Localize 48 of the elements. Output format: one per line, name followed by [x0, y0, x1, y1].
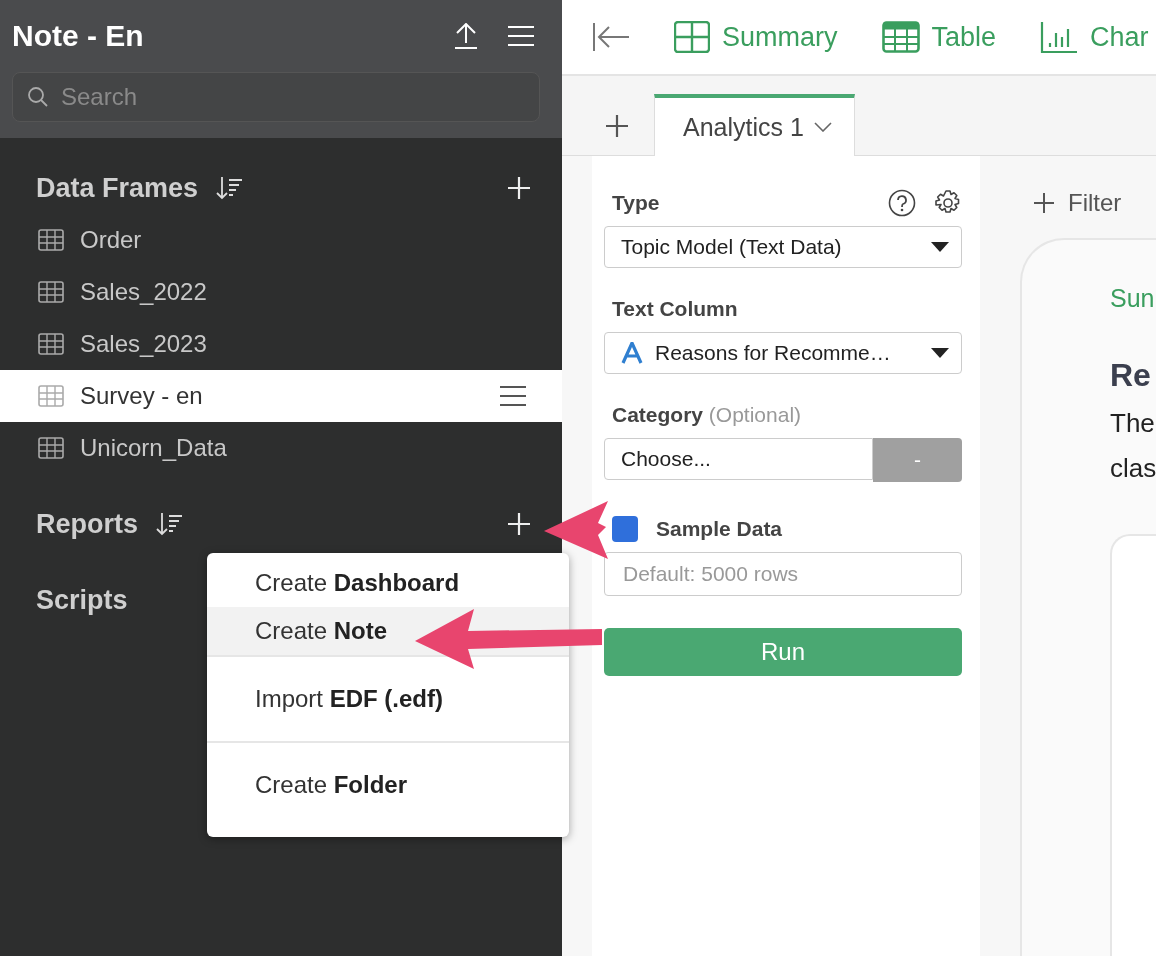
grid-icon [38, 281, 64, 303]
grid-icon [674, 21, 710, 53]
grid-icon [38, 333, 64, 355]
search-field[interactable]: Search [59, 82, 525, 112]
app-title: Note - En [12, 19, 145, 53]
grid-icon [38, 437, 64, 459]
sidebar-item[interactable]: Survey - en [0, 370, 562, 422]
field-label: Type [612, 191, 661, 215]
field-label: Text Column [612, 297, 738, 321]
plus-icon [1034, 193, 1054, 213]
help-icon[interactable] [888, 189, 916, 217]
field-label: Category (Optional) [612, 403, 802, 427]
caret-down-icon [931, 348, 949, 358]
sidebar-item[interactable]: Sales_2023 [0, 318, 562, 370]
result-heading: Re [1110, 357, 1152, 394]
menu-item[interactable]: Create Folder [207, 741, 569, 827]
grid-icon [38, 385, 64, 407]
sidebar-item[interactable]: Unicorn_Data [0, 422, 562, 474]
column-dropdown[interactable]: Reasons for Recomme… [604, 332, 962, 374]
caret-down-icon [931, 242, 949, 252]
grid-icon [38, 229, 64, 251]
sort-icon[interactable] [216, 175, 245, 201]
search-icon [27, 86, 49, 108]
chevron-down-icon [813, 122, 832, 132]
menu-item[interactable]: Create Dashboard [207, 559, 569, 607]
sort-icon[interactable] [156, 511, 184, 537]
section-title: Scripts [36, 584, 128, 616]
field-label: Sample Data [656, 517, 783, 541]
type-dropdown[interactable]: Topic Model (Text Data) [604, 226, 962, 268]
checkbox[interactable] [612, 516, 638, 542]
filter-button[interactable]: Filter [1020, 186, 1156, 220]
table-icon [881, 21, 920, 53]
menu-icon[interactable] [500, 386, 526, 406]
sidebar-item[interactable]: Sales_2022 [0, 266, 562, 318]
description-text: clas [1110, 453, 1156, 484]
description-text: The [1110, 408, 1156, 439]
text-type-icon [621, 342, 643, 364]
plus-icon[interactable] [606, 115, 628, 137]
section-title: Reports [36, 508, 138, 540]
section-title: Data Frames [36, 172, 199, 204]
sidebar-item[interactable]: Order [0, 214, 562, 266]
collapse-sidebar-icon[interactable] [592, 23, 630, 51]
category-dropdown[interactable]: Choose... [604, 438, 873, 480]
upload-icon[interactable] [454, 23, 478, 49]
search-box[interactable]: Search [12, 72, 540, 122]
analytics-tab[interactable]: Analytics 1 [654, 94, 855, 156]
rows-input-field[interactable]: Default: 5000 rows [604, 552, 962, 596]
bar-chart-icon [1040, 21, 1079, 53]
